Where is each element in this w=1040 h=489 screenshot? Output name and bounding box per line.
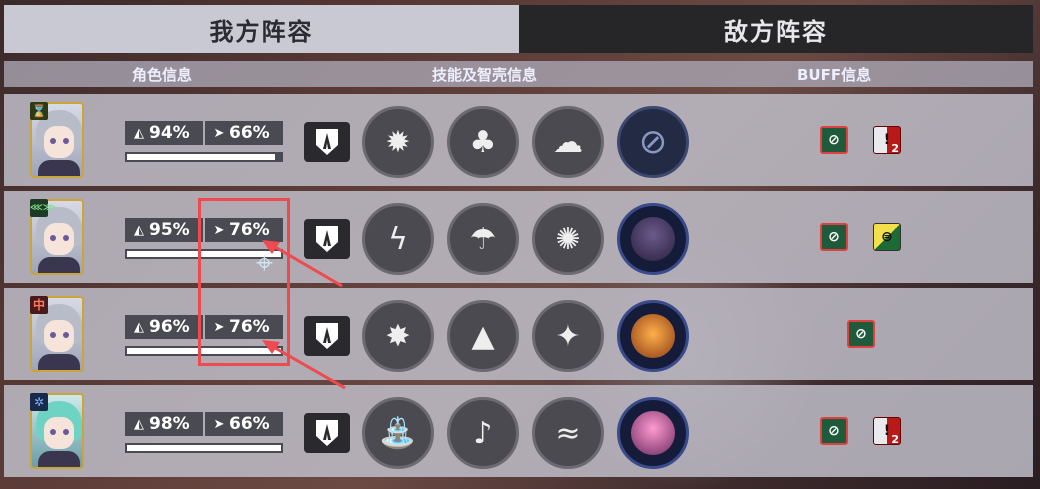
role-class-icon: ✲ [30,393,48,411]
mouse-cursor-icon: ⌖ [256,246,273,281]
role-class-icon: 中 [30,296,48,314]
annotation-arrows [262,240,346,390]
role-class-icon: ⌛ [30,102,48,120]
role-class-icon: ⋘⋙ [30,199,56,217]
